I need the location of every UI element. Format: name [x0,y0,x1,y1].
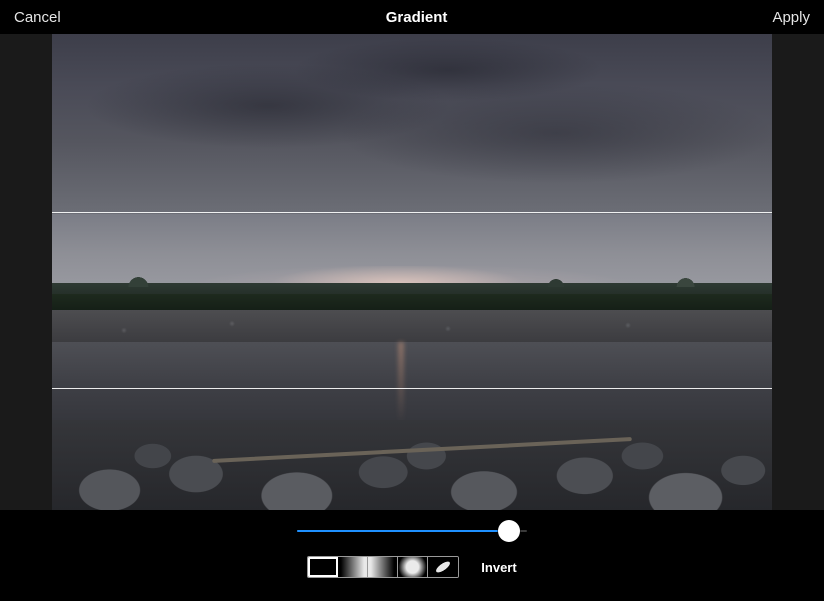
slider-fill [297,530,509,532]
gradient-handle-top[interactable] [52,212,772,213]
page-title: Gradient [386,9,448,26]
gradient-type-radial[interactable] [398,557,428,577]
photo-water [52,342,772,424]
canvas-area [0,34,824,510]
app-root: Cancel Gradient Apply Invert [0,0,824,601]
photo-rocks [52,420,772,510]
gradient-type-right[interactable] [338,557,368,577]
invert-button[interactable]: Invert [481,560,516,575]
gradient-type-left[interactable] [368,557,398,577]
gradient-type-swatches [307,556,459,578]
gradient-mask-preview [52,34,772,212]
gradient-type-row: Invert [307,556,516,578]
header-bar: Cancel Gradient Apply [0,0,824,34]
apply-button[interactable]: Apply [772,9,810,26]
intensity-slider[interactable] [297,520,527,542]
gradient-handle-bottom[interactable] [52,388,772,389]
gradient-type-mirror[interactable] [428,557,458,577]
slider-thumb[interactable] [498,520,520,542]
gradient-type-none[interactable] [308,557,338,577]
cancel-button[interactable]: Cancel [14,9,61,26]
photo-riverbank [52,310,772,344]
controls-bar: Invert [0,510,824,601]
photo-preview[interactable] [52,34,772,510]
